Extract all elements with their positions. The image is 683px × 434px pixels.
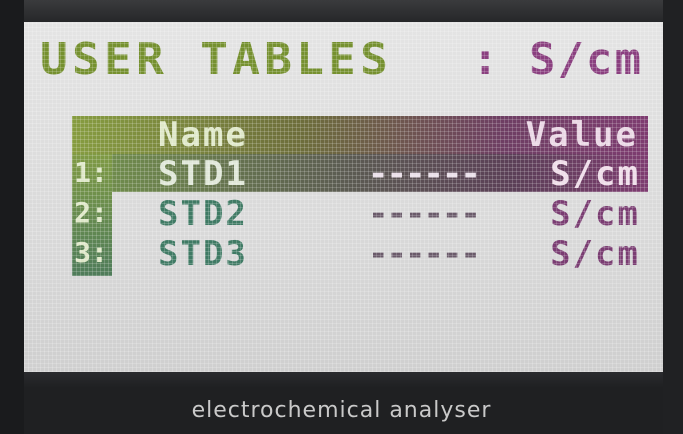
row-name: STD1 — [158, 154, 248, 194]
row-index-3: 3: — [74, 236, 108, 269]
device-bezel-top — [0, 0, 683, 22]
table-row-std2[interactable]: STD2 ------ S/cm — [112, 194, 648, 232]
row-name: STD2 — [158, 194, 248, 234]
column-header-name: Name — [158, 115, 248, 155]
row-value: ------ — [368, 234, 481, 274]
page-title: USER TABLES — [40, 34, 393, 85]
row-index-2: 2: — [74, 196, 108, 229]
screen-bottom-bezel — [24, 372, 663, 388]
row-unit: S/cm — [550, 154, 640, 194]
column-header-value: Value — [525, 115, 638, 155]
table-row-std1[interactable]: STD1 ------ S/cm — [112, 154, 648, 192]
row-value: ------ — [368, 194, 481, 234]
device-bezel-left — [0, 0, 24, 434]
row-name: STD3 — [158, 234, 248, 274]
table-row-std3[interactable]: STD3 ------ S/cm — [112, 234, 648, 272]
row-index-column: 1: 2: 3: — [72, 154, 112, 276]
row-index-1: 1: — [74, 156, 108, 189]
row-unit: S/cm — [550, 234, 640, 274]
row-value: ------ — [368, 154, 481, 194]
row-unit: S/cm — [550, 194, 640, 234]
table-header: Name Value — [72, 116, 648, 154]
unit-indicator: : S/cm — [472, 34, 643, 85]
device-bezel-right — [663, 0, 683, 434]
lcd-screen: USER TABLES : S/cm Name Value 1: 2: 3: S… — [24, 22, 663, 372]
device-brand-label: electrochemical analyser — [191, 398, 492, 423]
